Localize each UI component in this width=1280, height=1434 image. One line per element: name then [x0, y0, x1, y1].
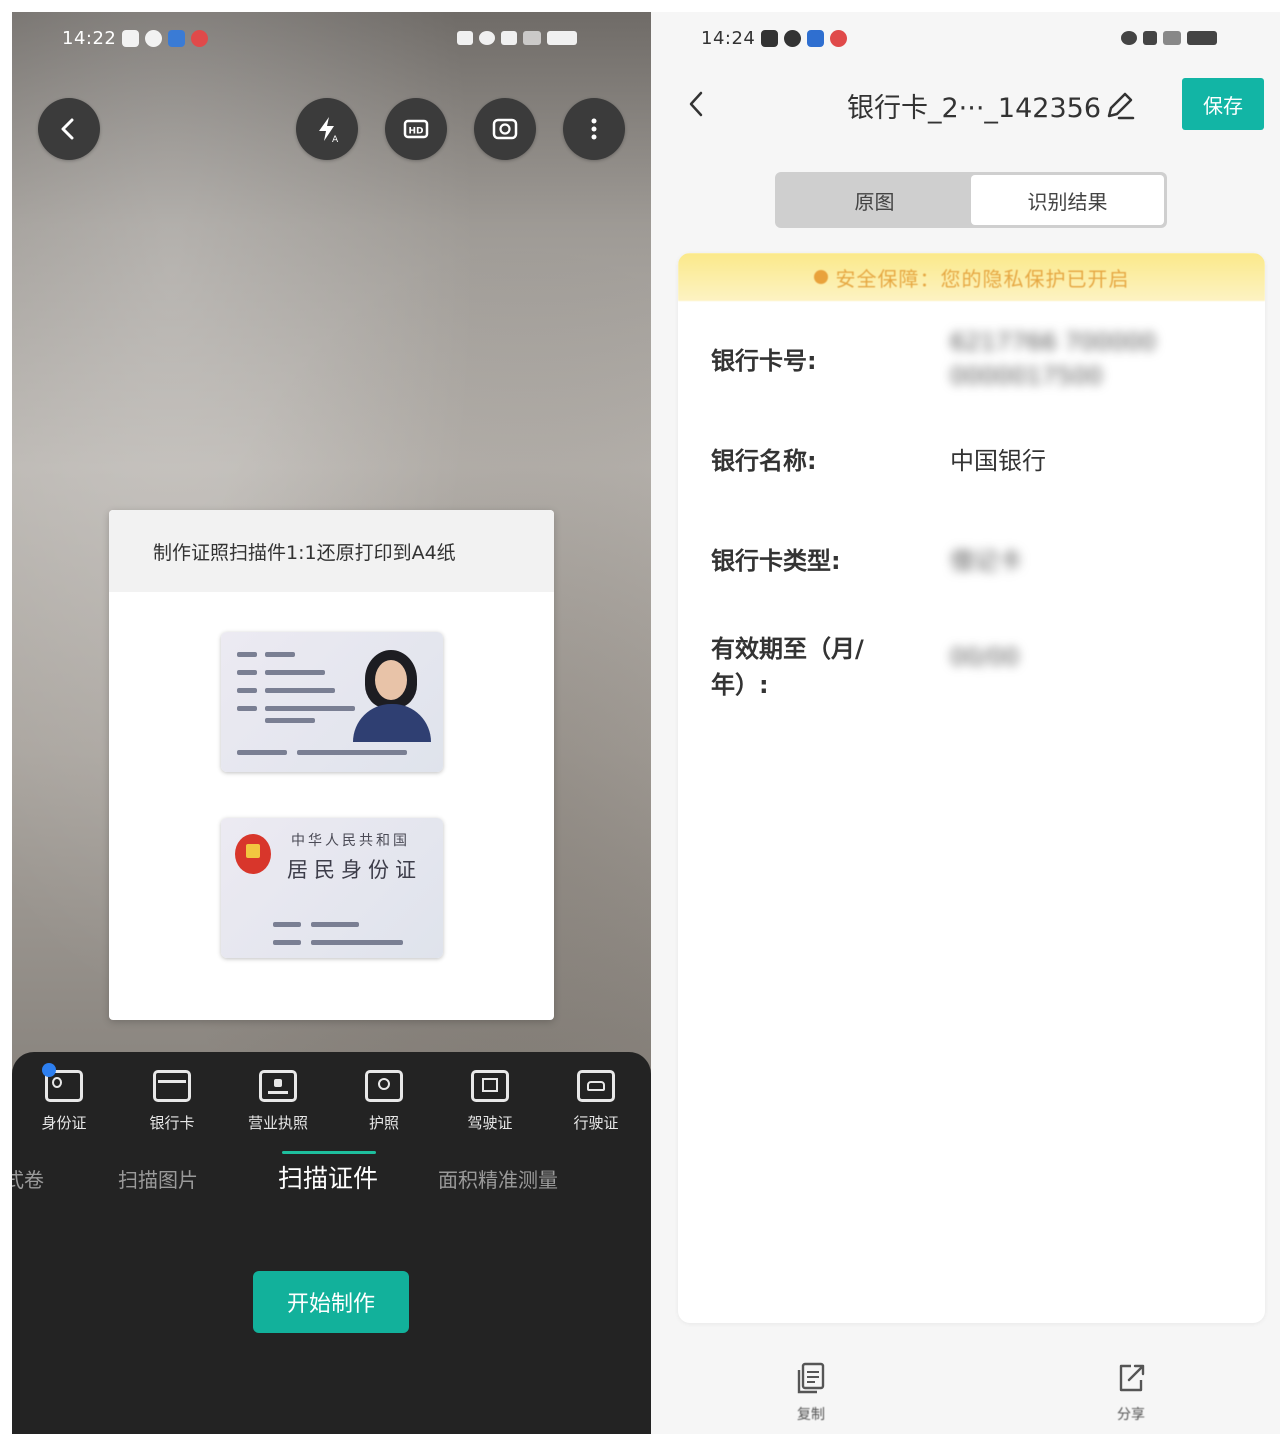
- tab-recognition-result[interactable]: 识别结果: [971, 175, 1164, 225]
- save-button[interactable]: 保存: [1182, 78, 1264, 130]
- id-back-subtitle: 居民身份证: [287, 858, 422, 882]
- top-bar: 银行卡_2···_142356 保存: [651, 60, 1280, 150]
- notification-icon: [761, 29, 779, 47]
- flash-button[interactable]: A: [296, 98, 358, 160]
- doc-type-passport[interactable]: 护照: [346, 1070, 422, 1133]
- field-label-card-type: 银行卡类型:: [711, 547, 841, 575]
- bottom-panel: 身份证 银行卡 营业执照 护照 驾驶证 行驶证 式卷 扫描图片 扫描证件 面积精…: [12, 1052, 651, 1434]
- document-title: 银行卡_2···_142356: [847, 93, 1101, 124]
- status-time: 14:22: [62, 27, 117, 49]
- field-label-expiry: 有效期至（月/年）:: [711, 635, 864, 699]
- start-button[interactable]: 开始制作: [253, 1271, 409, 1333]
- location-icon: [1121, 31, 1137, 45]
- vehicle-license-icon: [577, 1070, 615, 1102]
- svg-text:HD: HD: [409, 127, 424, 137]
- field-label-card-number: 银行卡号:: [711, 347, 817, 375]
- mode-tab-area-measure[interactable]: 面积精准测量: [438, 1164, 558, 1193]
- doc-type-id-card[interactable]: 身份证: [26, 1063, 102, 1133]
- view-segmented-control: 原图 识别结果: [775, 172, 1167, 228]
- active-mode-indicator: [282, 1151, 376, 1154]
- back-button[interactable]: [681, 84, 711, 124]
- national-emblem-icon: [235, 834, 271, 874]
- more-button[interactable]: [563, 98, 625, 160]
- share-button[interactable]: 分享: [1091, 1360, 1171, 1424]
- id-back-title: 中华人民共和国: [291, 833, 410, 849]
- notification-icon: [830, 29, 848, 47]
- field-value-card-number[interactable]: 6217766 7000000000017500: [950, 325, 1170, 393]
- wifi-icon: [1163, 31, 1181, 45]
- shield-icon: [813, 270, 828, 284]
- back-arrow-icon: [61, 118, 74, 140]
- status-bar-left: 14:24: [701, 24, 848, 52]
- notification-icon: [191, 29, 209, 47]
- result-card: 安全保障：您的隐私保护已开启 银行卡号: 6217766 70000000000…: [678, 253, 1265, 1323]
- back-button[interactable]: [38, 98, 100, 160]
- status-bar-right: [1121, 24, 1217, 52]
- template-title: 制作证照扫描件1:1还原打印到A4纸: [109, 510, 554, 592]
- camera-screen: 14:22 A HD 制作证照扫描件1:1还原打印到A4纸 中华人民共和国 居民…: [12, 12, 651, 1434]
- notification-icon: [807, 29, 825, 47]
- business-license-icon: [259, 1070, 297, 1102]
- battery-icon: [547, 31, 577, 45]
- copy-button[interactable]: 复制: [771, 1360, 851, 1424]
- share-icon: [1119, 1364, 1145, 1392]
- id-card-back-image: 中华人民共和国 居民身份证: [221, 818, 443, 958]
- doc-type-bank-card[interactable]: 银行卡: [134, 1070, 210, 1133]
- mode-tab-scan-document[interactable]: 扫描证件: [278, 1159, 378, 1195]
- template-preview-card[interactable]: 制作证照扫描件1:1还原打印到A4纸 中华人民共和国 居民身份证: [109, 510, 554, 1020]
- notification-icon: [145, 29, 163, 47]
- bank-card-icon: [153, 1070, 191, 1102]
- flash-auto-icon: A: [319, 117, 339, 145]
- svg-text:A: A: [332, 135, 339, 145]
- hd-button[interactable]: HD: [385, 98, 447, 160]
- status-bar-left: 14:22: [62, 24, 209, 52]
- notification-icon: [122, 29, 140, 47]
- doc-type-vehicle-license[interactable]: 行驶证: [558, 1070, 634, 1133]
- result-screen: 14:24 银行卡_2···_142356 保存 原图 识别结果 安全保障：您的…: [651, 12, 1280, 1434]
- notification-icon: [784, 29, 802, 47]
- flip-camera-button[interactable]: [474, 98, 536, 160]
- vibrate-icon: [1143, 31, 1157, 45]
- tab-original-image[interactable]: 原图: [778, 175, 971, 225]
- mode-tab-partial[interactable]: 式卷: [12, 1164, 44, 1193]
- privacy-notice: 安全保障：您的隐私保护已开启: [678, 253, 1265, 301]
- doc-type-business-license[interactable]: 营业执照: [240, 1070, 316, 1133]
- notification-icon: [168, 29, 186, 47]
- vibrate-icon: [501, 31, 517, 45]
- field-label-bank-name: 银行名称:: [711, 447, 817, 475]
- battery-icon: [1187, 31, 1217, 45]
- field-value-card-type[interactable]: 借记卡: [950, 541, 1022, 576]
- edit-pencil-icon[interactable]: [1103, 88, 1137, 122]
- back-arrow-icon: [689, 91, 703, 117]
- id-card-front-image: [221, 632, 443, 772]
- status-bar-right: [457, 24, 577, 52]
- portrait-face: [375, 660, 407, 700]
- field-value-bank-name[interactable]: 中国银行: [950, 441, 1046, 476]
- copy-icon: [797, 1362, 825, 1394]
- passport-icon: [365, 1070, 403, 1102]
- nfc-icon: [457, 31, 473, 45]
- portrait-body: [353, 704, 431, 742]
- hd-icon: HD: [403, 119, 429, 139]
- status-time: 14:24: [701, 27, 756, 49]
- wifi-icon: [523, 31, 541, 45]
- flip-camera-icon: [492, 118, 518, 140]
- field-value-expiry[interactable]: 00/00: [950, 643, 1019, 671]
- location-icon: [479, 31, 495, 45]
- more-vertical-icon: [591, 118, 597, 140]
- mode-tab-scan-image[interactable]: 扫描图片: [118, 1164, 198, 1193]
- id-card-icon: [42, 1063, 83, 1102]
- driving-license-icon: [471, 1070, 509, 1102]
- doc-type-driving-license[interactable]: 驾驶证: [452, 1070, 528, 1133]
